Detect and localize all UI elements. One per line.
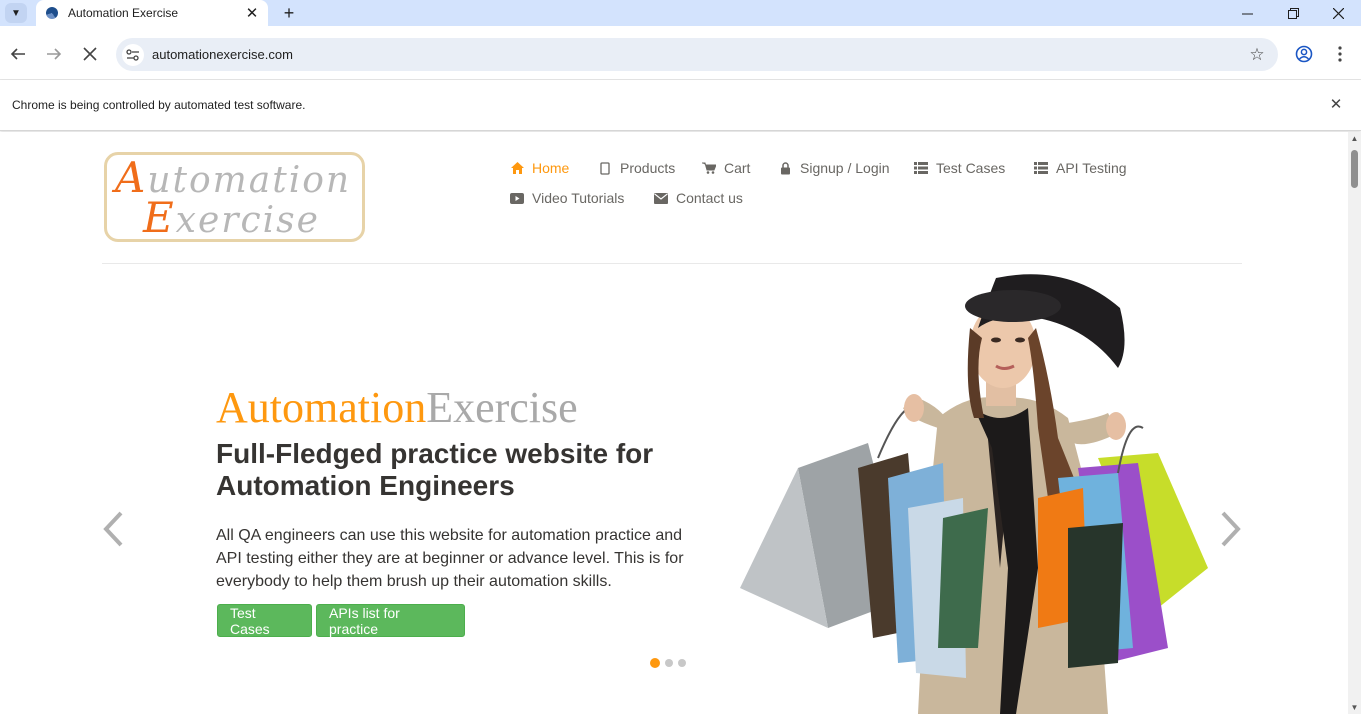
tab-close-button[interactable]: ✕ [242, 3, 262, 23]
apis-list-button[interactable]: APIs list for practice [316, 604, 465, 637]
test-cases-button[interactable]: Test Cases [217, 604, 312, 637]
slider-heading: Full-Fledged practice website for Automa… [216, 438, 654, 501]
arrow-left-icon [10, 48, 25, 60]
header-divider [102, 263, 1242, 264]
browser-toolbar: automationexercise.com ☆ [0, 26, 1361, 80]
chevron-down-icon: ▼ [11, 7, 21, 19]
nav-video-tutorials[interactable]: Video Tutorials [510, 190, 624, 206]
bookmark-star-button[interactable]: ☆ [1242, 40, 1272, 70]
profile-icon [1295, 45, 1313, 63]
site-favicon-icon [46, 7, 58, 19]
scroll-up-arrow-icon[interactable]: ▲ [1348, 132, 1361, 145]
home-icon [510, 161, 524, 175]
new-tab-button[interactable]: + [278, 2, 300, 24]
nav-signup-login[interactable]: Signup / Login [778, 160, 890, 176]
youtube-icon [510, 191, 524, 205]
close-window-button[interactable] [1315, 0, 1361, 26]
lock-icon [778, 161, 792, 175]
stop-loading-button[interactable] [76, 40, 104, 68]
tune-icon [126, 48, 139, 61]
restore-button[interactable] [1270, 0, 1316, 26]
list-icon [1034, 161, 1048, 175]
logo-line-2: Exercise [143, 193, 320, 242]
slide-indicator-3[interactable] [678, 659, 686, 667]
infobar-close-button[interactable]: ✕ [1326, 94, 1346, 114]
nav-contact-us[interactable]: Contact us [654, 190, 743, 206]
automation-infobar: Chrome is being controlled by automated … [0, 80, 1361, 131]
close-icon [1332, 7, 1344, 19]
back-button[interactable] [4, 40, 32, 68]
star-icon: ☆ [1249, 44, 1265, 64]
nav-api-testing[interactable]: API Testing [1034, 160, 1127, 176]
page-scrollbar[interactable]: ▲ ▼ [1348, 132, 1361, 714]
slide-indicator-2[interactable] [665, 659, 673, 667]
url-text[interactable]: automationexercise.com [152, 47, 1242, 62]
browser-tab[interactable]: Automation Exercise ✕ [36, 0, 268, 26]
chevron-right-icon [1221, 511, 1241, 547]
browser-tab-strip: ▼ Automation Exercise ✕ + [0, 0, 1361, 26]
tab-title: Automation Exercise [68, 6, 179, 20]
kebab-menu-icon [1338, 46, 1342, 62]
forward-button[interactable] [40, 40, 68, 68]
slide-indicator-1[interactable] [650, 658, 660, 668]
list-icon [914, 161, 928, 175]
page-viewport: Automation Exercise Home Products Cart S… [0, 132, 1348, 714]
nav-home[interactable]: Home [510, 160, 569, 176]
site-logo[interactable]: Automation Exercise [104, 152, 365, 242]
arrow-right-icon [47, 48, 62, 60]
profile-button[interactable] [1290, 40, 1318, 68]
slider-description: All QA engineers can use this website fo… [216, 527, 684, 590]
slider-title: AutomationExercise [216, 383, 578, 432]
slider-indicators [650, 658, 686, 668]
cart-icon [702, 161, 716, 175]
chevron-left-icon [103, 511, 123, 547]
infobar-message: Chrome is being controlled by automated … [12, 98, 306, 112]
envelope-icon [654, 191, 668, 205]
tab-search-button[interactable]: ▼ [5, 3, 27, 23]
nav-products[interactable]: Products [598, 160, 675, 176]
scroll-down-arrow-icon[interactable]: ▼ [1348, 701, 1361, 714]
card-icon [598, 161, 612, 175]
scroll-thumb[interactable] [1351, 150, 1358, 188]
minimize-icon [1241, 13, 1253, 14]
restore-icon [1287, 7, 1299, 19]
nav-cart[interactable]: Cart [702, 160, 750, 176]
site-info-button[interactable] [122, 43, 144, 66]
browser-menu-button[interactable] [1326, 40, 1354, 68]
hero-shopping-girl-image [740, 274, 1208, 714]
slider-prev-button[interactable] [98, 504, 128, 554]
address-bar[interactable]: automationexercise.com ☆ [116, 38, 1278, 71]
close-icon [83, 47, 97, 61]
plus-icon: + [283, 2, 295, 23]
nav-test-cases[interactable]: Test Cases [914, 160, 1005, 176]
minimize-button[interactable] [1224, 0, 1270, 26]
